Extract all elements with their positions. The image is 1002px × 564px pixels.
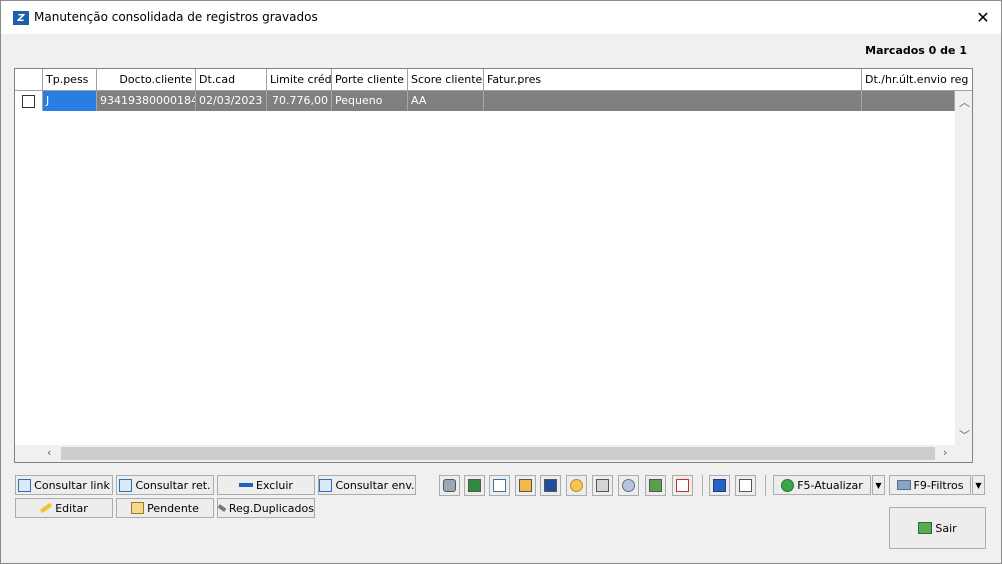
chevron-down-icon: ▼: [975, 480, 982, 490]
checked-box-icon: [713, 479, 726, 492]
excel-export-button[interactable]: [464, 475, 485, 496]
horizontal-scrollbar[interactable]: ‹ ›: [15, 445, 955, 462]
cell-tp-pess[interactable]: J: [43, 91, 97, 111]
title-bar: Z Manutenção consolidada de registros gr…: [1, 1, 1001, 34]
column-chart-button[interactable]: [540, 475, 561, 496]
checklist-icon: [676, 479, 689, 492]
close-button[interactable]: ✕: [965, 1, 1001, 34]
header-docto-cliente[interactable]: Docto.cliente: [97, 69, 196, 90]
vertical-scrollbar[interactable]: ︿ ﹀: [955, 91, 972, 445]
cell-limite-cred[interactable]: 70.776,00: [267, 91, 332, 111]
consultar-env-button[interactable]: Consultar env.: [318, 475, 416, 495]
settings-icon: [622, 479, 635, 492]
uncheck-all-button[interactable]: [735, 475, 756, 496]
window-title: Manutenção consolidada de registros grav…: [34, 10, 318, 24]
document-button[interactable]: [489, 475, 510, 496]
scroll-right-icon[interactable]: ›: [943, 446, 947, 459]
print-button[interactable]: [592, 475, 613, 496]
row-checkbox[interactable]: [22, 95, 35, 108]
document-icon: [493, 479, 506, 492]
consultar-link-button[interactable]: Consultar link: [15, 475, 113, 495]
cell-docto-cliente[interactable]: 93419380000184: [97, 91, 196, 111]
toolbar-separator: [702, 475, 703, 496]
marked-count: Marcados 0 de 1: [865, 44, 967, 57]
filtros-dropdown[interactable]: ▼: [972, 475, 985, 495]
refresh-icon: [781, 478, 795, 492]
scroll-left-icon[interactable]: ‹: [47, 446, 51, 459]
cell-dt-cad[interactable]: 02/03/2023: [196, 91, 267, 111]
palette-icon: [570, 479, 583, 492]
row-select-cell: [15, 91, 43, 111]
header-select[interactable]: [15, 69, 43, 90]
header-dt-cad[interactable]: Dt.cad: [196, 69, 267, 90]
cell-porte-cliente[interactable]: Pequeno: [332, 91, 408, 111]
chevron-down-icon: ▼: [875, 480, 882, 490]
pending-note-icon: [131, 502, 145, 514]
excluir-button[interactable]: Excluir: [217, 475, 315, 495]
folder-chart-icon: [519, 479, 532, 492]
print-icon: [596, 479, 609, 492]
consultar-ret-button[interactable]: Consultar ret.: [116, 475, 214, 495]
wrench-icon: [217, 504, 227, 512]
table-row[interactable]: J 93419380000184 02/03/2023 70.776,00 Pe…: [15, 91, 972, 111]
reg-duplicados-button[interactable]: Reg.Duplicados: [217, 498, 315, 518]
unchecked-box-icon: [739, 479, 752, 492]
search-document-icon: [319, 478, 333, 492]
sair-button[interactable]: Sair: [889, 507, 986, 549]
toolbar-separator: [765, 475, 766, 496]
atualizar-button[interactable]: F5-Atualizar: [773, 475, 871, 495]
filter-icon: [896, 480, 911, 490]
filtros-button[interactable]: F9-Filtros: [889, 475, 971, 495]
main-window: Z Manutenção consolidada de registros gr…: [0, 0, 1002, 564]
binoculars-icon: [443, 479, 456, 492]
palette-button[interactable]: [566, 475, 587, 496]
scroll-corner: [955, 445, 972, 462]
editar-button[interactable]: Editar: [15, 498, 113, 518]
exit-icon: [918, 522, 933, 534]
check-all-button[interactable]: [709, 475, 730, 496]
folder-chart-button[interactable]: [515, 475, 536, 496]
header-score-cliente[interactable]: Score cliente: [408, 69, 484, 90]
records-grid[interactable]: Tp.pess Docto.cliente Dt.cad Limite créd…: [14, 68, 973, 463]
scroll-up-icon[interactable]: ︿: [959, 94, 970, 110]
cell-fatur-pres[interactable]: [484, 91, 862, 111]
header-limite-cred[interactable]: Limite créd: [267, 69, 332, 90]
excel-icon: [468, 479, 481, 492]
pencil-icon: [40, 502, 53, 514]
header-tp-pess[interactable]: Tp.pess: [43, 69, 97, 90]
atualizar-dropdown[interactable]: ▼: [872, 475, 885, 495]
download-icon: [649, 479, 662, 492]
search-document-icon: [119, 478, 133, 492]
cell-score-cliente[interactable]: AA: [408, 91, 484, 111]
cell-dt-envio[interactable]: [862, 91, 955, 111]
settings-button[interactable]: [618, 475, 639, 496]
checklist-button[interactable]: [672, 475, 693, 496]
binoculars-button[interactable]: [439, 475, 460, 496]
search-document-icon: [18, 478, 32, 492]
column-chart-icon: [544, 479, 557, 492]
header-fatur-pres[interactable]: Fatur.pres: [484, 69, 862, 90]
minus-icon: [239, 483, 254, 487]
download-button[interactable]: [645, 475, 666, 496]
header-porte-cliente[interactable]: Porte cliente: [332, 69, 408, 90]
grid-header: Tp.pess Docto.cliente Dt.cad Limite créd…: [15, 69, 972, 91]
scroll-down-icon[interactable]: ﹀: [959, 427, 970, 443]
pendente-button[interactable]: Pendente: [116, 498, 214, 518]
app-logo-icon: Z: [13, 11, 29, 25]
horizontal-scroll-thumb[interactable]: [61, 447, 935, 460]
header-dt-envio[interactable]: Dt./hr.últ.envio reg: [862, 69, 972, 90]
